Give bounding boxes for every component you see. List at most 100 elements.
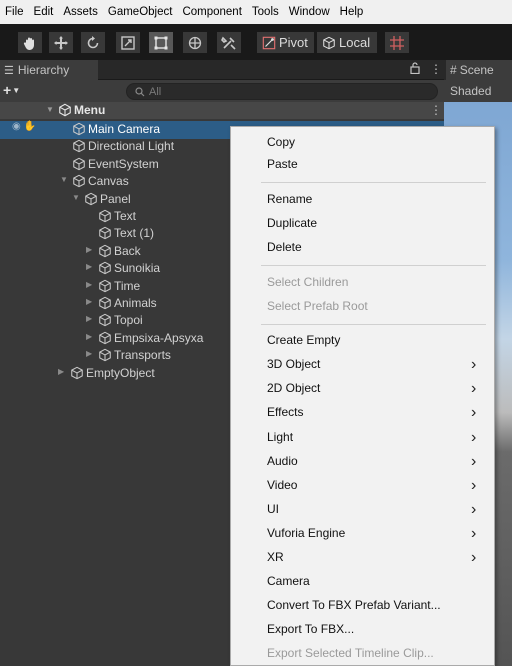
gameobject-cube-icon bbox=[98, 279, 112, 293]
menu-component[interactable]: Component bbox=[182, 6, 241, 18]
menu-item-light[interactable]: Light bbox=[267, 430, 293, 444]
transform-icon bbox=[188, 36, 202, 49]
grid-snap-icon bbox=[390, 35, 404, 50]
chevron-right-icon: › bbox=[471, 501, 477, 518]
collapsed-arrow-icon[interactable]: ▶ bbox=[86, 314, 92, 323]
grid-snap-button[interactable] bbox=[385, 32, 409, 53]
collapsed-arrow-icon[interactable]: ▶ bbox=[86, 349, 92, 358]
menu-item-ui[interactable]: UI bbox=[267, 502, 279, 516]
local-toggle-button[interactable]: Local bbox=[317, 32, 377, 53]
menu-item-2d-object[interactable]: 2D Object bbox=[267, 381, 320, 395]
collapsed-arrow-icon[interactable]: ▶ bbox=[86, 332, 92, 341]
chevron-right-icon: › bbox=[471, 453, 477, 470]
menu-item-audio[interactable]: Audio bbox=[267, 454, 298, 468]
scene-header-row[interactable]: ▼ Menu ⋮ bbox=[0, 102, 444, 119]
scene-more-icon[interactable]: ⋮ bbox=[430, 103, 442, 117]
hand-tool-button[interactable] bbox=[18, 32, 42, 53]
rotate-tool-button[interactable] bbox=[81, 32, 105, 53]
menu-item-camera[interactable]: Camera bbox=[267, 574, 310, 588]
collapsed-arrow-icon[interactable]: ▶ bbox=[58, 367, 64, 376]
hierarchy-tab[interactable]: ☰ Hierarchy bbox=[0, 60, 98, 80]
menu-item-select-children: Select Children bbox=[267, 275, 349, 289]
scale-tool-button[interactable] bbox=[116, 32, 140, 53]
hierarchy-item-label: Transports bbox=[114, 348, 171, 363]
collapsed-arrow-icon[interactable]: ▶ bbox=[86, 280, 92, 289]
more-options-icon[interactable]: ⋮ bbox=[430, 62, 442, 76]
menu-window[interactable]: Window bbox=[289, 6, 330, 18]
add-label: + bbox=[3, 82, 12, 98]
scene-grid-icon: # bbox=[450, 63, 457, 77]
menu-item-duplicate[interactable]: Duplicate bbox=[267, 216, 317, 230]
hierarchy-tab-label: Hierarchy bbox=[17, 63, 70, 77]
gameobject-cube-icon bbox=[72, 157, 86, 171]
expand-arrow-icon[interactable]: ▼ bbox=[46, 105, 54, 114]
rect-transform-icon bbox=[154, 36, 168, 49]
menu-help[interactable]: Help bbox=[340, 6, 364, 18]
menu-gameobject[interactable]: GameObject bbox=[108, 6, 173, 18]
menu-edit[interactable]: Edit bbox=[34, 6, 54, 18]
menu-item-export-to-fbx[interactable]: Export To FBX... bbox=[267, 622, 354, 636]
transform-tool-button[interactable] bbox=[183, 32, 207, 53]
scene-tab[interactable]: # Scene bbox=[446, 60, 512, 80]
menu-item-rename[interactable]: Rename bbox=[267, 192, 312, 206]
gameobject-cube-icon bbox=[72, 139, 86, 153]
lock-icon[interactable] bbox=[410, 62, 420, 77]
menu-assets[interactable]: Assets bbox=[63, 6, 98, 18]
hierarchy-item-label: Panel bbox=[100, 191, 131, 206]
local-cube-icon bbox=[323, 36, 335, 49]
add-object-button[interactable]: + ▼ bbox=[3, 82, 20, 98]
menu-item-convert-to-fbx-prefab-variant[interactable]: Convert To FBX Prefab Variant... bbox=[267, 598, 441, 612]
menu-bar: File Edit Assets GameObject Component To… bbox=[0, 0, 512, 24]
collapsed-arrow-icon[interactable]: ▶ bbox=[86, 297, 92, 306]
menu-separator bbox=[261, 265, 486, 266]
hierarchy-item-label: Text bbox=[114, 209, 137, 223]
move-tool-button[interactable] bbox=[49, 32, 73, 53]
menu-item-xr[interactable]: XR bbox=[267, 550, 284, 564]
chevron-right-icon: › bbox=[471, 380, 477, 397]
rect-tool-button[interactable] bbox=[149, 32, 173, 53]
menu-item-create-empty[interactable]: Create Empty bbox=[267, 333, 340, 347]
gameobject-cube-icon bbox=[98, 296, 112, 310]
hierarchy-tab-bar: ☰ Hierarchy ⋮ bbox=[0, 60, 444, 80]
hierarchy-toolbar: + ▼ All bbox=[0, 80, 444, 102]
hierarchy-search-input[interactable]: All bbox=[126, 83, 438, 100]
search-placeholder: All bbox=[149, 85, 162, 98]
scene-tab-label: Scene bbox=[459, 63, 494, 77]
hand-icon bbox=[23, 37, 34, 50]
gameobject-cube-icon bbox=[98, 331, 112, 345]
menu-item-paste[interactable]: Paste bbox=[267, 157, 298, 171]
menu-item-effects[interactable]: Effects bbox=[267, 405, 303, 419]
chevron-right-icon: › bbox=[471, 525, 477, 542]
menu-item-video[interactable]: Video bbox=[267, 478, 297, 492]
hierarchy-item-label: Main Camera bbox=[88, 122, 161, 136]
expand-arrow-icon[interactable]: ▼ bbox=[60, 175, 68, 184]
menu-item-vuforia-engine[interactable]: Vuforia Engine bbox=[267, 526, 345, 540]
hierarchy-item-label: Animals bbox=[114, 296, 157, 310]
menu-file[interactable]: File bbox=[5, 6, 24, 18]
custom-tool-button[interactable] bbox=[217, 32, 241, 53]
pivot-label: Pivot bbox=[279, 35, 308, 50]
shading-mode-dropdown[interactable]: Shaded bbox=[450, 84, 491, 98]
menu-item-3d-object[interactable]: 3D Object bbox=[267, 357, 320, 371]
menu-item-copy[interactable]: Copy bbox=[267, 135, 295, 149]
gameobject-cube-icon bbox=[72, 174, 86, 188]
expand-arrow-icon[interactable]: ▼ bbox=[72, 193, 80, 202]
collapsed-arrow-icon[interactable]: ▶ bbox=[86, 262, 92, 271]
hierarchy-item-label: EmptyObject bbox=[86, 365, 155, 380]
hierarchy-item-label: Empsixa-Apsyxa bbox=[114, 330, 204, 345]
menu-item-delete[interactable]: Delete bbox=[267, 240, 302, 254]
visibility-eye-icon[interactable]: ◉ ✋ bbox=[12, 121, 36, 132]
unity-scene-icon bbox=[59, 103, 71, 117]
menu-tools[interactable]: Tools bbox=[252, 6, 279, 18]
rotate-icon bbox=[87, 35, 99, 48]
chevron-right-icon: › bbox=[471, 549, 477, 566]
gameobject-cube-icon bbox=[98, 209, 112, 223]
hierarchy-item-label: Back bbox=[114, 243, 141, 258]
chevron-right-icon: › bbox=[471, 477, 477, 494]
scene-tab-bar: # Scene bbox=[444, 60, 512, 80]
pivot-toggle-button[interactable]: Pivot bbox=[257, 32, 314, 53]
collapsed-arrow-icon[interactable]: ▶ bbox=[86, 245, 92, 254]
tool-bar: Pivot Local bbox=[0, 24, 512, 60]
menu-separator bbox=[261, 324, 486, 325]
chevron-down-icon: ▼ bbox=[12, 85, 21, 95]
